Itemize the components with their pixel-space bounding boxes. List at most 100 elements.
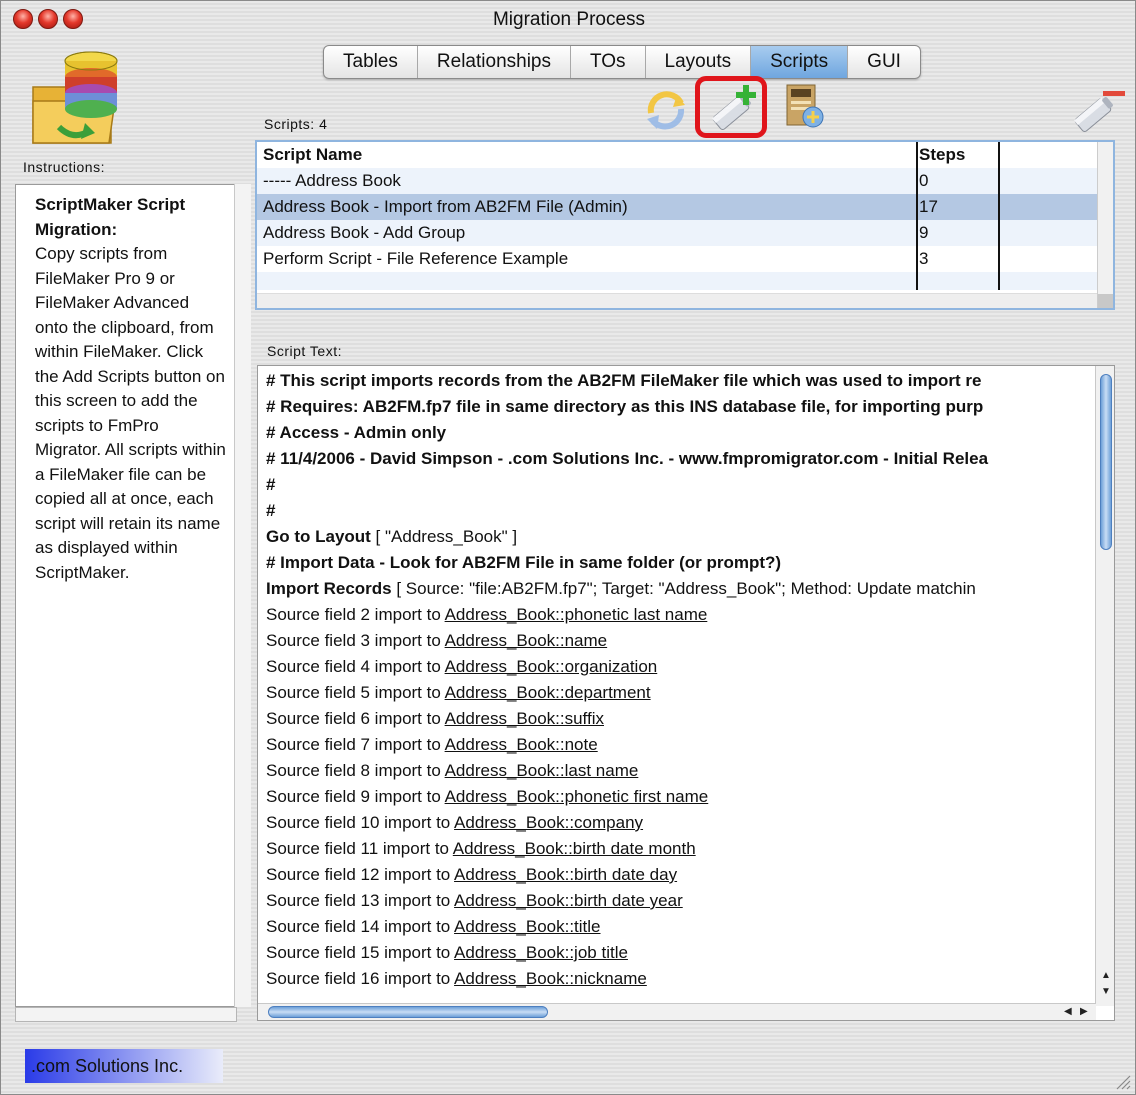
- mapping-prefix: Source field 4 import to: [266, 657, 445, 676]
- field-mapping-line: Source field 11 import to Address_Book::…: [266, 836, 696, 862]
- table-row-empty: [257, 272, 1102, 290]
- tab-scripts[interactable]: Scripts: [751, 46, 849, 78]
- field-mapping-line: Source field 15 import to Address_Book::…: [266, 940, 628, 966]
- instructions-vertical-scrollbar[interactable]: [234, 184, 251, 1007]
- mapping-prefix: Source field 10 import to: [266, 813, 455, 832]
- vertical-scroll-thumb[interactable]: [1100, 374, 1112, 550]
- script-step-line: Import Records [ Source: "file:AB2FM.fp7…: [266, 576, 976, 602]
- instructions-panel: ScriptMaker Script Migration: Copy scrip…: [15, 184, 235, 1007]
- mapping-target-field: Address_Book::name: [444, 631, 608, 650]
- field-mapping-line: Source field 16 import to Address_Book::…: [266, 966, 647, 992]
- app-logo-icon: [29, 43, 149, 153]
- field-mapping-line: Source field 14 import to Address_Book::…: [266, 914, 601, 940]
- mapping-target-field: Address_Book::birth date year: [454, 891, 683, 910]
- script-comment-line: #: [266, 501, 276, 520]
- table-scroll-corner: [1098, 294, 1113, 308]
- tab-relationships[interactable]: Relationships: [418, 46, 571, 78]
- table-row-selected[interactable]: Address Book - Import from AB2FM File (A…: [257, 194, 1102, 220]
- field-mapping-line: Source field 13 import to Address_Book::…: [266, 888, 683, 914]
- horizontal-scroll-thumb[interactable]: [268, 1006, 548, 1018]
- table-vertical-scrollbar[interactable]: [1097, 142, 1113, 308]
- instructions-horizontal-scrollbar[interactable]: [15, 1007, 237, 1022]
- header-script-name[interactable]: Script Name: [263, 142, 362, 168]
- mapping-prefix: Source field 6 import to: [266, 709, 445, 728]
- field-mapping-line: Source field 10 import to Address_Book::…: [266, 810, 643, 836]
- row-steps: 3: [919, 249, 929, 268]
- script-comment-line: #: [266, 475, 276, 494]
- row-script-name: Perform Script - File Reference Example: [263, 249, 569, 268]
- remove-script-icon: [1074, 91, 1125, 132]
- row-steps: 0: [919, 171, 929, 190]
- company-badge: .com Solutions Inc.: [25, 1049, 223, 1083]
- mapping-target-field: Address_Book::last name: [444, 761, 639, 780]
- field-mapping-line: Source field 3 import to Address_Book::n…: [266, 628, 607, 654]
- table-horizontal-scrollbar[interactable]: [257, 293, 1100, 308]
- mapping-prefix: Source field 7 import to: [266, 735, 445, 754]
- tab-layouts[interactable]: Layouts: [646, 46, 752, 78]
- section-tabs: Tables Relationships TOs Layouts Scripts…: [323, 45, 921, 79]
- mapping-prefix: Source field 9 import to: [266, 787, 445, 806]
- header-steps[interactable]: Steps: [919, 142, 965, 168]
- row-script-name: Address Book - Import from AB2FM File (A…: [263, 197, 628, 216]
- mapping-prefix: Source field 2 import to: [266, 605, 445, 624]
- mapping-target-field: Address_Book::nickname: [454, 969, 647, 988]
- mapping-prefix: Source field 15 import to: [266, 943, 455, 962]
- scripts-count-label: Scripts: 4: [264, 116, 328, 132]
- remove-script-button[interactable]: [1071, 81, 1129, 137]
- field-mapping-line: Source field 12 import to Address_Book::…: [266, 862, 677, 888]
- script-comment-line: # This script imports records from the A…: [266, 371, 982, 390]
- title-bar[interactable]: Migration Process: [1, 1, 1135, 39]
- field-mapping-line: Source field 8 import to Address_Book::l…: [266, 758, 638, 784]
- add-button-highlight: [695, 76, 767, 138]
- script-step-name: Go to Layout: [266, 527, 371, 546]
- row-script-name: Address Book - Add Group: [263, 223, 466, 242]
- resize-grip-icon[interactable]: [1113, 1072, 1131, 1090]
- mapping-target-field: Address_Book::phonetic last name: [444, 605, 708, 624]
- mapping-target-field: Address_Book::birth date month: [452, 839, 696, 858]
- tab-gui[interactable]: GUI: [848, 46, 920, 78]
- table-header-row: Script Name Steps: [257, 142, 1102, 168]
- scroll-right-arrow-icon[interactable]: ▶: [1080, 1006, 1088, 1017]
- mapping-target-field: Address_Book::organization: [444, 657, 658, 676]
- table-row[interactable]: Address Book - Add Group 9: [257, 220, 1102, 246]
- mapping-target-field: Address_Book::suffix: [444, 709, 604, 728]
- field-mapping-line: Source field 6 import to Address_Book::s…: [266, 706, 604, 732]
- scroll-up-arrow-icon[interactable]: ▲: [1101, 970, 1111, 981]
- script-text-vertical-scrollbar[interactable]: ▲ ▼: [1095, 366, 1114, 1006]
- mapping-prefix: Source field 13 import to: [266, 891, 455, 910]
- script-text-label: Script Text:: [267, 343, 342, 359]
- mapping-target-field: Address_Book::phonetic first name: [444, 787, 709, 806]
- table-row[interactable]: ----- Address Book 0: [257, 168, 1102, 194]
- row-steps: 9: [919, 223, 929, 242]
- mapping-target-field: Address_Book::job title: [454, 943, 628, 962]
- open-script-file-icon: [786, 84, 824, 128]
- field-mapping-line: Source field 7 import to Address_Book::n…: [266, 732, 598, 758]
- tab-tos[interactable]: TOs: [571, 46, 646, 78]
- table-row[interactable]: Perform Script - File Reference Example …: [257, 246, 1102, 272]
- mapping-prefix: Source field 5 import to: [266, 683, 445, 702]
- mapping-target-field: Address_Book::birth date day: [454, 865, 678, 884]
- mapping-target-field: Address_Book::title: [454, 917, 601, 936]
- script-step-params: [ "Address_Book" ]: [370, 527, 518, 546]
- refresh-button[interactable]: [641, 85, 691, 135]
- field-mapping-line: Source field 9 import to Address_Book::p…: [266, 784, 708, 810]
- migration-window: Migration Process Tables Relationships T…: [0, 0, 1136, 1095]
- script-step-name: Import Records: [266, 579, 392, 598]
- script-comment-line: # Access - Admin only: [266, 423, 447, 442]
- tab-tables[interactable]: Tables: [324, 46, 418, 78]
- field-mapping-line: Source field 4 import to Address_Book::o…: [266, 654, 657, 680]
- script-step-line: Go to Layout [ "Address_Book" ]: [266, 524, 517, 550]
- window-title: Migration Process: [492, 9, 646, 30]
- field-mapping-line: Source field 5 import to Address_Book::d…: [266, 680, 651, 706]
- mapping-prefix: Source field 16 import to: [266, 969, 455, 988]
- script-text-horizontal-scrollbar[interactable]: ◀ ▶: [258, 1003, 1096, 1020]
- script-comment-line: # 11/4/2006 - David Simpson - .com Solut…: [266, 449, 989, 468]
- row-steps: 17: [919, 197, 938, 216]
- scroll-down-arrow-icon[interactable]: ▼: [1101, 986, 1111, 997]
- mapping-prefix: Source field 14 import to: [266, 917, 455, 936]
- open-script-file-button[interactable]: [779, 81, 829, 133]
- script-comment-line: # Requires: AB2FM.fp7 file in same direc…: [266, 397, 984, 416]
- scroll-left-arrow-icon[interactable]: ◀: [1064, 1006, 1072, 1017]
- script-text-area[interactable]: # This script imports records from the A…: [257, 365, 1115, 1021]
- instructions-heading: ScriptMaker Script Migration:: [35, 195, 186, 239]
